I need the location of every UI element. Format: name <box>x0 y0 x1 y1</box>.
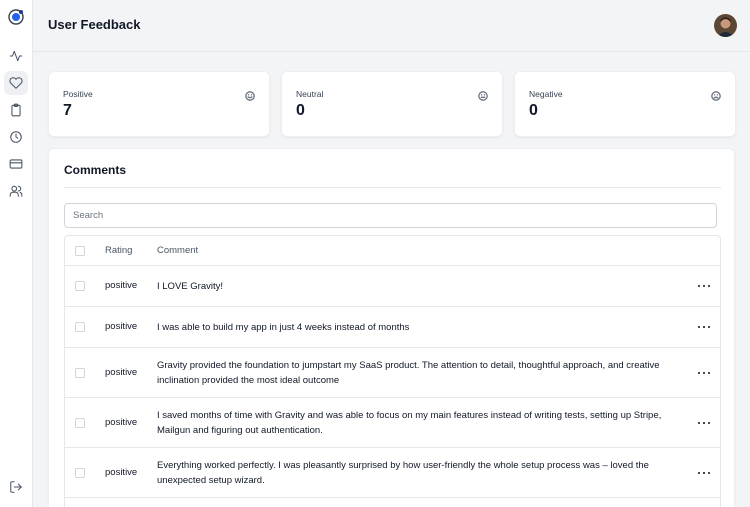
row-actions-button[interactable] <box>698 282 710 290</box>
sidebar-item-users[interactable] <box>4 179 28 203</box>
sidebar-item-history[interactable] <box>4 125 28 149</box>
users-icon <box>9 185 23 197</box>
avatar[interactable] <box>714 14 737 37</box>
sign-out-button[interactable] <box>4 475 28 499</box>
stat-value: 7 <box>63 102 72 119</box>
table-header: Rating Comment <box>65 236 720 266</box>
neutral-face-icon <box>478 88 488 101</box>
stat-card-negative: Negative 0 <box>514 71 736 137</box>
row-actions-button[interactable] <box>698 469 710 477</box>
stat-card-positive: Positive 7 <box>48 71 270 137</box>
stat-label: Neutral <box>296 89 324 99</box>
table-row <box>65 498 720 507</box>
row-actions-button[interactable] <box>698 323 710 331</box>
header: User Feedback <box>33 0 750 52</box>
credit-card-icon <box>9 159 23 169</box>
row-checkbox[interactable] <box>75 368 85 378</box>
table-row: positive I was able to build my app in j… <box>65 307 720 348</box>
table-row: positive I LOVE Gravity! <box>65 266 720 307</box>
select-all-checkbox[interactable] <box>75 246 85 256</box>
row-actions-button[interactable] <box>698 419 710 427</box>
table-row: positive Gravity provided the foundation… <box>65 348 720 398</box>
comment-cell: I saved months of time with Gravity and … <box>157 410 662 436</box>
sidebar-item-feedback[interactable] <box>4 71 28 95</box>
sidebar <box>0 0 33 507</box>
sidebar-item-billing[interactable] <box>4 152 28 176</box>
page-title: User Feedback <box>48 17 141 32</box>
stat-label: Positive <box>63 89 93 99</box>
row-checkbox[interactable] <box>75 468 85 478</box>
comment-cell: I was able to build my app in just 4 wee… <box>157 322 410 333</box>
comment-cell: Gravity provided the foundation to jumps… <box>157 360 660 386</box>
row-checkbox[interactable] <box>75 322 85 332</box>
stat-value: 0 <box>529 102 538 119</box>
comments-card: Comments Rating Comment positive I LOVE … <box>48 148 735 507</box>
clipboard-icon <box>11 103 21 117</box>
rating-cell: positive <box>105 280 138 291</box>
smile-icon <box>245 88 255 101</box>
rating-cell: positive <box>105 417 138 428</box>
comment-cell: I LOVE Gravity! <box>157 281 223 292</box>
comments-table: Rating Comment positive I LOVE Gravity! … <box>64 235 721 507</box>
column-header-rating[interactable]: Rating <box>105 245 132 256</box>
table-row: positive Everything worked perfectly. I … <box>65 448 720 498</box>
comments-title: Comments <box>64 163 127 177</box>
stat-label: Negative <box>529 89 563 99</box>
sidebar-item-tasks[interactable] <box>4 98 28 122</box>
divider <box>64 187 721 188</box>
row-checkbox[interactable] <box>75 418 85 428</box>
activity-icon <box>9 50 23 62</box>
rating-cell: positive <box>105 367 138 378</box>
row-checkbox[interactable] <box>75 281 85 291</box>
rating-cell: positive <box>105 467 138 478</box>
sign-out-icon <box>10 481 22 493</box>
gravity-logo-icon[interactable] <box>6 7 26 27</box>
row-actions-button[interactable] <box>698 369 710 377</box>
table-row: positive I saved months of time with Gra… <box>65 398 720 448</box>
stat-card-neutral: Neutral 0 <box>281 71 503 137</box>
search-input[interactable] <box>64 203 717 228</box>
comment-cell: Everything worked perfectly. I was pleas… <box>157 460 649 486</box>
heart-icon <box>9 77 23 89</box>
stat-value: 0 <box>296 102 305 119</box>
column-header-comment[interactable]: Comment <box>157 245 198 256</box>
frown-icon <box>711 88 721 101</box>
sidebar-item-activity[interactable] <box>4 44 28 68</box>
rating-cell: positive <box>105 321 138 332</box>
clock-icon <box>10 131 22 143</box>
